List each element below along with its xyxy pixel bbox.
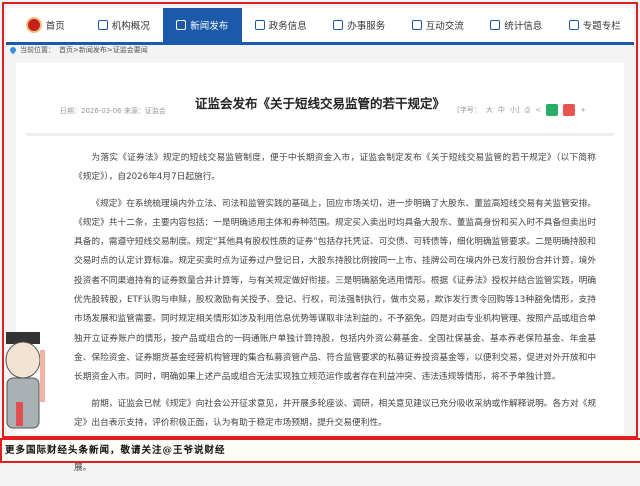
plus-icon[interactable]: + — [580, 106, 586, 114]
weibo-icon[interactable] — [563, 104, 576, 116]
font-size-label: [字号： — [457, 106, 481, 114]
breadcrumb: 当前位置： 首页>新闻发布>证监会要闻 — [8, 45, 148, 55]
nav-about[interactable]: 机构概况 — [85, 8, 164, 42]
nav-news[interactable]: 新闻发布 — [163, 8, 242, 42]
nav-gov-info[interactable]: 政务信息 — [242, 8, 321, 42]
nav-label: 互动交流 — [425, 21, 464, 32]
paragraph: 为落实《证券法》规定的短线交易监管制度，便于中长期资金入市，证监会制定发布《关于… — [74, 153, 596, 183]
breadcrumb-label: 当前位置： — [20, 46, 55, 54]
monitor-icon — [254, 20, 265, 30]
nav-label: 首页 — [45, 21, 65, 32]
article-tools: [字号： 大 中 小] ⎙ ≺ + — [457, 104, 586, 116]
font-small[interactable]: 小] — [510, 105, 520, 115]
paragraph: 《规定》在系统梳理境内外立法、司法和监管实践的基础上，回应市场关切，进一步明确了… — [74, 198, 596, 383]
nav-label: 机构概况 — [111, 21, 150, 32]
divider — [26, 133, 614, 136]
article-panel: 证监会发布《关于短线交易监管的若干规定》 日期：2026-03-06 来源：证监… — [16, 63, 624, 473]
paragraph: 前期，证监会已就《规定》向社会公开征求意见，并开展多轮座谈、调研，相关意见建议已… — [74, 398, 596, 428]
nav-label: 政务信息 — [268, 21, 307, 32]
nav-statistics[interactable]: 统计信息 — [477, 8, 556, 42]
chat-icon — [411, 20, 422, 30]
building-icon — [97, 20, 108, 30]
mascot-illustration — [5, 332, 45, 429]
print-icon[interactable]: ⎙ — [525, 106, 531, 115]
nav-label: 统计信息 — [504, 21, 543, 32]
breadcrumb-path[interactable]: 首页>新闻发布>证监会要闻 — [59, 45, 148, 55]
chart-icon — [490, 20, 501, 30]
footer-banner: 更多国际财经头条新闻，敬请关注@王爷说财经 — [0, 438, 640, 463]
news-icon — [176, 20, 187, 30]
font-medium[interactable]: 中 — [498, 105, 505, 115]
article-body: 为落实《证券法》规定的短线交易监管制度，便于中长期资金入市，证监会制定发布《关于… — [74, 149, 596, 486]
top-nav: 首页 机构概况 新闻发布 政务信息 办事服务 互动交流 统计信息 专题专栏 — [6, 8, 634, 45]
nav-interaction[interactable]: 互动交流 — [399, 8, 478, 42]
emblem-logo — [25, 17, 42, 33]
service-icon — [333, 20, 344, 30]
nav-label: 新闻发布 — [190, 21, 229, 32]
location-pin-icon — [8, 45, 18, 55]
doc-icon — [568, 20, 579, 30]
nav-label: 专题专栏 — [582, 21, 621, 32]
nav-services[interactable]: 办事服务 — [320, 8, 399, 42]
font-large[interactable]: 大 — [486, 105, 493, 115]
article-meta: 日期：2026-03-06 来源：证监会 — [60, 107, 166, 115]
wechat-icon[interactable] — [546, 104, 559, 116]
nav-home[interactable]: 首页 — [6, 8, 85, 42]
nav-topics[interactable]: 专题专栏 — [556, 8, 635, 42]
nav-label: 办事服务 — [347, 21, 386, 32]
share-icon[interactable]: ≺ — [535, 106, 541, 114]
